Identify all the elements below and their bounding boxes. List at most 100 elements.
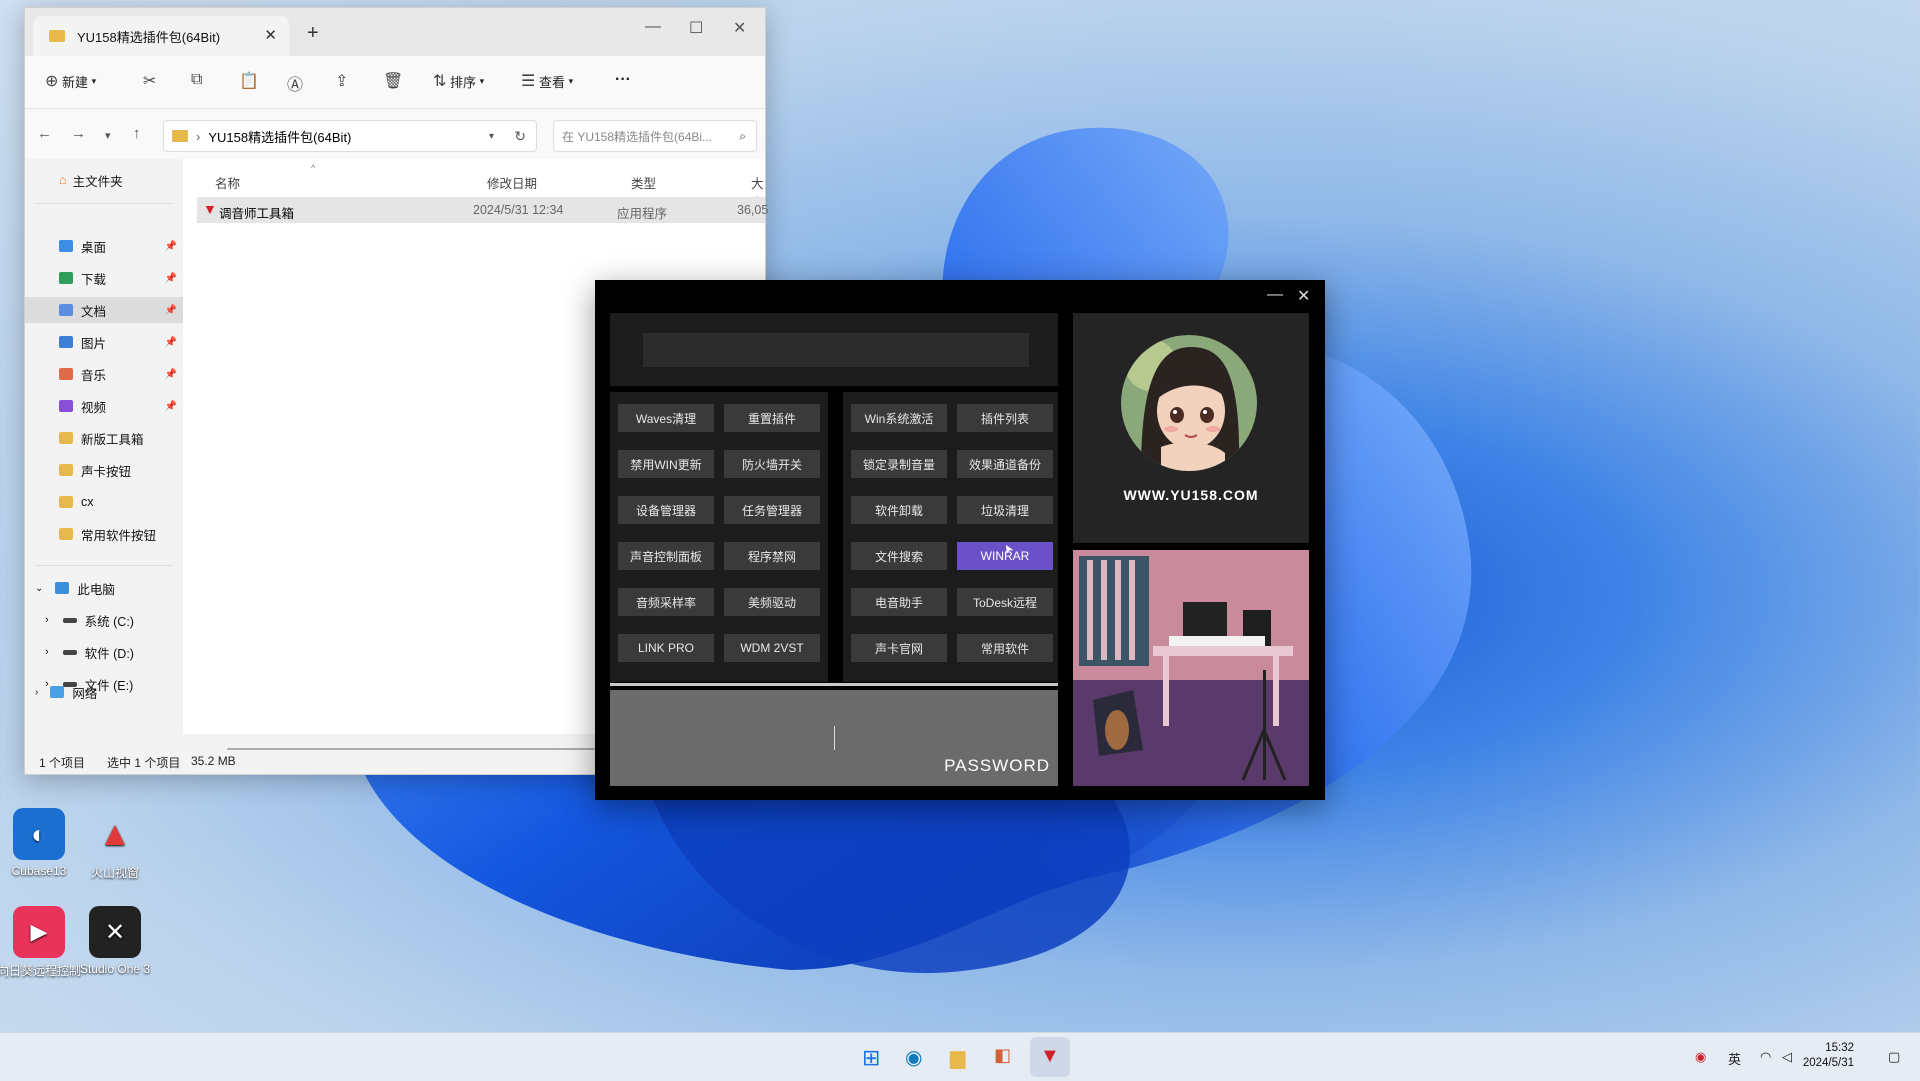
sidebar-item-drive[interactable]: › 系统 (C:) <box>25 607 183 633</box>
nav-home[interactable]: ⌂ 主文件夹 <box>25 167 183 193</box>
forward-icon[interactable]: → <box>71 125 86 142</box>
sidebar-item[interactable]: 音乐 📌 <box>25 361 183 387</box>
tool-button[interactable]: 禁用WIN更新 <box>618 450 714 478</box>
sidebar-item[interactable]: 声卡按钮 <box>25 457 183 483</box>
tool-button[interactable]: 电音助手 <box>851 588 947 616</box>
tool-button[interactable]: 音频采样率 <box>618 588 714 616</box>
password-box[interactable]: PASSWORD <box>610 690 1058 786</box>
new-tab-icon[interactable]: + <box>307 22 319 45</box>
tool-button[interactable]: 任务管理器 <box>724 496 820 524</box>
rename-icon[interactable]: Ⓐ <box>287 71 303 95</box>
address-dropdown-icon[interactable]: ▾ <box>489 131 494 142</box>
sidebar-item[interactable]: 常用软件按钮 <box>25 521 183 547</box>
paste-icon[interactable]: 📋 <box>239 71 259 91</box>
clock[interactable]: 15:32 2024/5/31 <box>1803 1041 1854 1071</box>
notification-icon[interactable]: ▢ <box>1888 1049 1900 1065</box>
sidebar-item[interactable]: 下载 📌 <box>25 265 183 291</box>
share-icon[interactable]: ⇪ <box>335 71 348 91</box>
pin-icon[interactable]: 📌 <box>165 337 177 348</box>
wifi-icon[interactable]: ◠ <box>1760 1049 1771 1065</box>
search-box[interactable]: 在 YU158精选插件包(64Bi... ⌕ <box>553 120 757 152</box>
view-button[interactable]: ☰ 查看 ▾ <box>521 71 573 91</box>
tool-button[interactable]: 设备管理器 <box>618 496 714 524</box>
tool-button[interactable]: 常用软件 <box>957 634 1053 662</box>
desktop-icon-huoshan[interactable]: ▲ 火山视窗 <box>70 808 160 881</box>
tool-button[interactable]: 文件搜索 <box>851 542 947 570</box>
copy-icon[interactable]: ⧉ <box>191 71 202 89</box>
pin-icon[interactable]: 📌 <box>165 273 177 284</box>
nav-network[interactable]: › 网络 <box>25 679 183 705</box>
pin-icon[interactable]: 📌 <box>165 241 177 252</box>
tab-close-icon[interactable]: ✕ <box>264 26 277 44</box>
tool-button[interactable]: Win系统激活 <box>851 404 947 432</box>
sidebar-item[interactable]: 新版工具箱 <box>25 425 183 451</box>
chevron-down-icon: ▾ <box>91 75 97 86</box>
tool-button[interactable]: WDM 2VST <box>724 634 820 662</box>
tool-button[interactable]: 程序禁网 <box>724 542 820 570</box>
sort-button[interactable]: ⇅ 排序 ▾ <box>433 71 484 91</box>
tool-button[interactable]: 效果通道备份 <box>957 450 1053 478</box>
more-options-icon[interactable]: ··· <box>615 71 631 89</box>
address-bar[interactable]: › YU158精选插件包(64Bit) ▾ ↻ <box>163 120 537 152</box>
column-type[interactable]: 类型 <box>631 173 656 192</box>
start-icon[interactable]: ⊞ <box>862 1045 880 1071</box>
file-modified: 2024/5/31 12:34 <box>473 203 564 217</box>
sidebar-item[interactable]: 文档 📌 <box>25 297 183 323</box>
tool-button[interactable]: 重置插件 <box>724 404 820 432</box>
up-icon[interactable]: ↑ <box>133 125 141 142</box>
tool-button[interactable]: 防火墙开关 <box>724 450 820 478</box>
explorer-tab[interactable]: YU158精选插件包(64Bit) ✕ <box>33 16 289 56</box>
sidebar-item[interactable]: 视频 📌 <box>25 393 183 419</box>
tool-button[interactable]: LINK PRO <box>618 634 714 662</box>
clock-time: 15:32 <box>1825 1042 1854 1054</box>
browser-icon[interactable]: ◉ <box>905 1045 922 1070</box>
new-button[interactable]: ⊕ 新建 ▾ <box>45 71 96 91</box>
folder-icon <box>59 464 73 476</box>
tool-taskbar-button[interactable]: ▼ <box>1030 1037 1070 1077</box>
tool-button[interactable]: 垃圾清理 <box>957 496 1053 524</box>
column-modified[interactable]: 修改日期 <box>487 173 537 192</box>
tool-button[interactable]: 美频驱动 <box>724 588 820 616</box>
drive-icon <box>62 649 77 655</box>
app-close-icon[interactable]: ✕ <box>1297 286 1310 306</box>
nav-this-pc[interactable]: ⌄ 此电脑 <box>25 575 183 601</box>
pin-icon[interactable]: 📌 <box>165 369 177 380</box>
refresh-icon[interactable]: ↻ <box>514 128 526 145</box>
recent-chevron-icon[interactable]: ▾ <box>105 129 111 142</box>
pin-icon[interactable]: 📌 <box>165 305 177 316</box>
chevron-right-icon[interactable]: › <box>45 646 49 658</box>
tool-button[interactable]: ToDesk远程 <box>957 588 1053 616</box>
table-row[interactable]: ▼ 调音师工具箱 2024/5/31 12:34 应用程序 36,05 <box>197 197 768 223</box>
chevron-right-icon[interactable]: › <box>45 614 49 626</box>
right-button-grid: Win系统激活 插件列表 锁定录制音量 效果通道备份 软件卸载 垃圾清理 文件搜索 WINRA… <box>843 392 1058 682</box>
top-input[interactable] <box>643 333 1029 367</box>
back-icon[interactable]: ← <box>37 125 52 142</box>
app-taskbar-icon[interactable]: ◧ <box>994 1045 1011 1066</box>
column-name[interactable]: 名称 <box>215 173 240 192</box>
tool-button[interactable]: 软件卸载 <box>851 496 947 524</box>
volume-icon[interactable]: ◁ <box>1782 1049 1792 1065</box>
app-minimize-icon[interactable]: — <box>1267 286 1283 304</box>
tool-button[interactable]: 锁定录制音量 <box>851 450 947 478</box>
tool-button[interactable]: 插件列表 <box>957 404 1053 432</box>
sidebar-item[interactable]: cx <box>25 489 183 515</box>
sidebar-item-label: 常用软件按钮 <box>81 528 157 543</box>
delete-icon[interactable]: 🗑 <box>383 71 403 91</box>
address-text: YU158精选插件包(64Bit) <box>208 129 352 145</box>
record-icon[interactable]: ◉ <box>1695 1049 1706 1065</box>
desktop-icon-studio-one[interactable]: ✕ Studio One 3 <box>70 906 160 976</box>
tool-button[interactable]: Waves清理 <box>618 404 714 432</box>
sidebar-item[interactable]: 桌面 📌 <box>25 233 183 259</box>
maximize-icon[interactable]: ☐ <box>689 18 703 38</box>
sidebar-item-drive[interactable]: › 软件 (D:) <box>25 639 183 665</box>
close-icon[interactable]: ✕ <box>733 18 746 38</box>
file-explorer-taskbar-icon[interactable]: ▆ <box>950 1045 965 1070</box>
tool-button[interactable]: 声卡官网 <box>851 634 947 662</box>
pin-icon[interactable]: 📌 <box>165 401 177 412</box>
address-row: ← → ▾ ↑ › YU158精选插件包(64Bit) ▾ ↻ 在 YU158精… <box>25 109 765 159</box>
ime-indicator[interactable]: 英 <box>1728 1049 1741 1068</box>
cut-icon[interactable]: ✂ <box>143 71 156 91</box>
sidebar-item[interactable]: 图片 📌 <box>25 329 183 355</box>
minimize-icon[interactable]: — <box>645 18 661 36</box>
tool-button[interactable]: 声音控制面板 <box>618 542 714 570</box>
